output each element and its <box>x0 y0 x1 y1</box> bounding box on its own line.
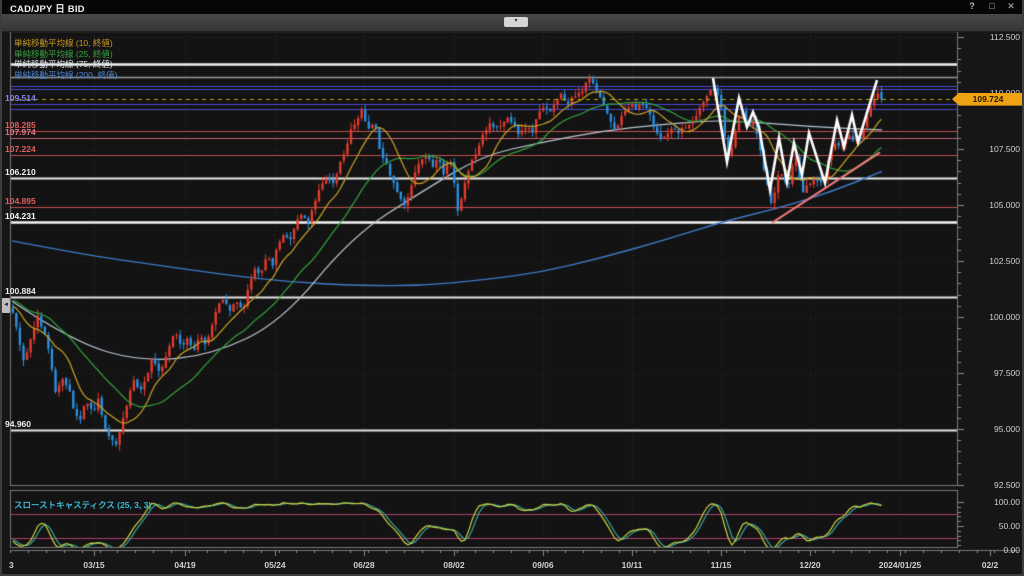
stochastic-axis-label: 100.00 <box>960 497 1020 507</box>
price-axis-label: 97.500 <box>960 368 1020 378</box>
price-chart-canvas[interactable] <box>2 0 1024 576</box>
level-price-label: 107.974 <box>5 127 36 137</box>
price-axis-label: 95.000 <box>960 424 1020 434</box>
collapse-side-panel-button[interactable]: ◄ <box>2 298 10 313</box>
level-price-label: 104.895 <box>5 196 36 206</box>
stochastic-axis-label: 50.00 <box>960 521 1020 531</box>
level-price-label: 100.884 <box>5 286 36 296</box>
level-price-label: 106.210 <box>5 167 36 177</box>
price-axis-label: 100.000 <box>960 312 1020 322</box>
stochastic-axis-label: 0.00 <box>960 545 1020 555</box>
time-axis-label: 12/20 <box>799 560 820 570</box>
price-axis-label: 107.500 <box>960 144 1020 154</box>
time-axis-label: 03/15 <box>83 560 104 570</box>
price-axis-label: 92.500 <box>960 480 1020 490</box>
close-button[interactable]: ✕ <box>1003 0 1019 13</box>
time-axis-label: 09/06 <box>532 560 553 570</box>
time-axis-label: 3 <box>9 560 14 570</box>
price-axis-label: 102.500 <box>960 256 1020 266</box>
toolbar-strip: ▾ <box>0 14 1024 32</box>
time-axis-label: 11/15 <box>711 560 732 570</box>
price-axis-label: 105.000 <box>960 200 1020 210</box>
window-title: CAD/JPY 日 BID <box>10 1 85 15</box>
time-axis-label: 04/19 <box>174 560 195 570</box>
title-bar: CAD/JPY 日 BID ? □ ✕ <box>0 0 1024 14</box>
maximize-button[interactable]: □ <box>984 0 1000 13</box>
level-price-label: 107.224 <box>5 144 36 154</box>
time-axis-label: 08/02 <box>443 560 464 570</box>
time-axis-label: 10/11 <box>622 560 643 570</box>
level-price-label: 104.231 <box>5 211 36 221</box>
time-axis-label: 02/2 <box>982 560 999 570</box>
time-axis-label: 2024/01/25 <box>879 560 922 570</box>
help-button[interactable]: ? <box>964 0 980 13</box>
current-price-tag: 109.724 <box>952 93 1024 106</box>
collapse-toolbar-button[interactable]: ▾ <box>504 17 528 27</box>
level-price-label: 94.960 <box>5 419 31 429</box>
time-axis-label: 06/28 <box>353 560 374 570</box>
price-axis-label: 112.500 <box>960 32 1020 42</box>
chart-window: CAD/JPY 日 BID ? □ ✕ ▾ ◄ 単純移動平均線 (10, 終値)… <box>0 0 1024 576</box>
time-axis-label: 05/24 <box>264 560 285 570</box>
